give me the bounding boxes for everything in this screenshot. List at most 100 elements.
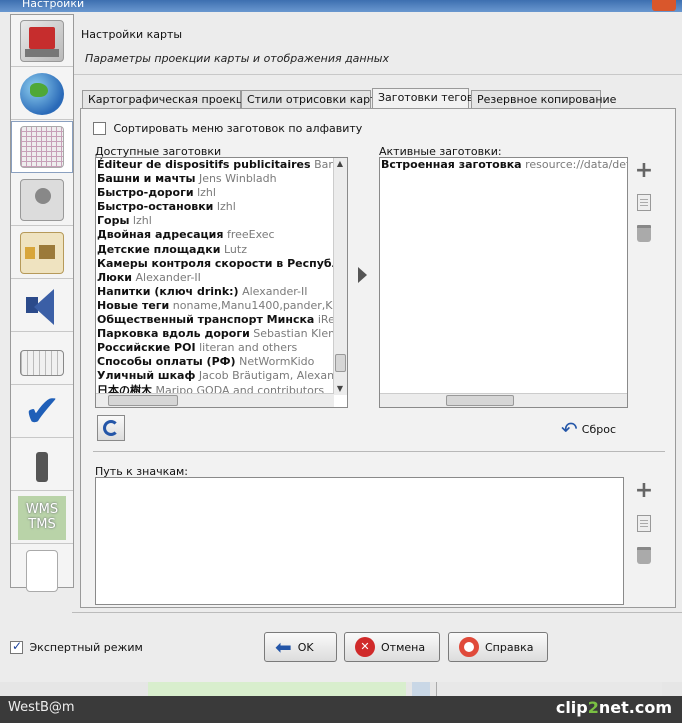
tab-map-styles[interactable]: Стили отрисовки карты xyxy=(241,90,385,109)
refresh-presets-button[interactable] xyxy=(97,415,125,441)
scroll-up-arrow[interactable]: ▲ xyxy=(334,158,346,170)
list-item[interactable]: Парковка вдоль дороги Sebastian Klemm, I xyxy=(96,327,334,341)
preset-name: Способы оплаты (РФ) xyxy=(97,355,236,369)
tab-backup[interactable]: Резервное копирование xyxy=(471,90,616,109)
preset-name: Горы xyxy=(97,214,130,228)
preset-author: freeExec xyxy=(226,228,275,242)
logo-part: 2 xyxy=(587,698,599,717)
page-title: Настройки карты xyxy=(81,28,183,41)
preset-name: Люки xyxy=(97,270,133,284)
list-item[interactable]: Камеры контроля скорости в Республик xyxy=(96,257,334,271)
help-button[interactable]: Справка xyxy=(448,632,548,662)
expert-mode-label: Экспертный режим xyxy=(29,640,143,654)
undo-arrow-icon: ↶ xyxy=(561,417,578,441)
preset-author: resource://data/defau xyxy=(525,158,627,171)
list-item[interactable]: Напитки (ключ drink:) Alexander-II xyxy=(96,285,334,299)
taskbar-item[interactable] xyxy=(148,682,406,696)
list-item[interactable]: Горы lzhl xyxy=(96,214,334,228)
sidebar-item-validator[interactable]: ✔ xyxy=(11,386,73,438)
hscroll-thumb[interactable] xyxy=(446,395,514,406)
preset-name: Общественный транспорт Минска xyxy=(97,313,315,327)
lifebuoy-icon xyxy=(459,637,479,657)
close-window-button[interactable] xyxy=(652,0,676,11)
tab-tag-presets[interactable]: Заготовки тегов xyxy=(372,88,473,109)
sidebar-item-plugins[interactable] xyxy=(11,174,73,226)
sidebar-item-map[interactable] xyxy=(11,121,73,173)
active-presets-list[interactable]: Встроенная заготовка resource://data/def… xyxy=(379,157,628,408)
edit-preset-icon[interactable] xyxy=(634,192,654,212)
delete-icon-path-icon[interactable] xyxy=(634,545,654,565)
tab-projection[interactable]: Картографическая проекция xyxy=(82,90,257,109)
preset-name: Парковка вдоль дороги xyxy=(97,327,250,341)
sidebar-item-audio[interactable] xyxy=(11,280,73,332)
list-item[interactable]: Двойная адресация freeExec xyxy=(96,228,334,242)
preset-name: Быстро-остановки xyxy=(97,200,214,214)
expert-mode-row[interactable]: Экспертный режим xyxy=(10,639,143,654)
taskbar-item[interactable] xyxy=(412,682,430,696)
scroll-thumb[interactable] xyxy=(335,354,346,372)
list-item[interactable]: Éditeur de dispositifs publicitaires Bar… xyxy=(96,158,334,172)
cancel-label: Отмена xyxy=(381,640,426,654)
taskbar-item[interactable] xyxy=(436,682,662,696)
list-item[interactable]: Люки Alexander-II xyxy=(96,271,334,285)
add-preset-icon[interactable]: + xyxy=(634,160,654,182)
header-divider xyxy=(74,74,682,75)
sidebar-item-imagery[interactable]: WMS TMS xyxy=(11,492,73,544)
scroll-down-arrow[interactable]: ▼ xyxy=(334,383,346,395)
list-item[interactable]: Башни и мачты Jens Winbladh xyxy=(96,172,334,186)
logo-part: clip xyxy=(555,698,588,717)
available-list-hscrollbar[interactable] xyxy=(96,393,334,407)
preset-author: noname,Manu1400,pander,Klumb xyxy=(172,298,334,312)
preset-author: Sebastian Klemm, I xyxy=(253,327,334,341)
section-divider xyxy=(93,451,665,452)
list-item[interactable]: Быстро-остановки lzhl xyxy=(96,200,334,214)
list-item[interactable]: Быстро-дороги lzhl xyxy=(96,186,334,200)
refresh-icon xyxy=(103,420,119,436)
preset-author: Jens Winbladh xyxy=(198,172,277,186)
sidebar-item-remote[interactable] xyxy=(11,439,73,491)
logo-part: net.com xyxy=(598,698,672,717)
list-item[interactable]: Встроенная заготовка resource://data/def… xyxy=(380,158,627,172)
preset-name: Двойная адресация xyxy=(97,228,224,242)
wms-tms-icon: WMS TMS xyxy=(18,495,66,540)
list-item[interactable]: Новые теги noname,Manu1400,pander,Klumb xyxy=(96,299,334,313)
speaker-icon xyxy=(20,285,64,327)
watermark-logo: clip2net.com xyxy=(556,698,672,717)
sidebar-item-display[interactable] xyxy=(11,15,73,67)
preset-author: literan and others xyxy=(199,341,298,355)
cancel-button[interactable]: ✕ Отмена xyxy=(344,632,440,662)
sidebar-item-advanced[interactable] xyxy=(11,545,73,597)
sort-presets-row[interactable]: Сортировать меню заготовок по алфавиту xyxy=(93,121,362,135)
delete-preset-icon[interactable] xyxy=(634,223,654,243)
list-item[interactable]: Общественный транспорт Минска iRewer xyxy=(96,313,334,327)
active-list-hscrollbar[interactable] xyxy=(380,393,627,407)
preset-author: Jacob Bräutigam, Alexander-II xyxy=(198,369,334,383)
available-list-vscrollbar[interactable]: ▲ ▼ xyxy=(333,158,347,395)
map-grid-icon xyxy=(20,126,64,168)
icon-path-list[interactable] xyxy=(95,477,624,605)
preset-author: Alexander-II xyxy=(242,284,308,298)
move-right-arrow-icon[interactable] xyxy=(358,267,367,283)
list-item[interactable]: Российские POI literan and others xyxy=(96,341,334,355)
ok-label: OK xyxy=(297,640,314,654)
expert-mode-checkbox[interactable] xyxy=(10,639,23,654)
page-subtitle: Параметры проекции карты и отображения д… xyxy=(85,52,390,65)
list-item[interactable]: Уличный шкаф Jacob Bräutigam, Alexander-… xyxy=(96,369,334,383)
sidebar-item-shortcuts[interactable] xyxy=(11,333,73,385)
footer-divider xyxy=(72,612,682,613)
reset-button[interactable]: ↶ Сброс xyxy=(561,417,616,441)
hscroll-thumb[interactable] xyxy=(108,395,178,406)
preferences-sidebar: ✔ WMS TMS xyxy=(10,14,74,592)
sort-presets-checkbox[interactable] xyxy=(93,121,106,135)
list-item[interactable]: Способы оплаты (РФ) NetWormKido xyxy=(96,355,334,369)
edit-icon-path-icon[interactable] xyxy=(634,513,654,533)
ok-button[interactable]: ⬅ OK xyxy=(264,632,337,662)
available-presets-list[interactable]: Éditeur de dispositifs publicitaires Bar… xyxy=(95,157,348,408)
sidebar-item-toolbar[interactable] xyxy=(11,227,73,279)
preset-name: Камеры контроля скорости в Республик xyxy=(97,256,334,270)
preset-name: Быстро-дороги xyxy=(97,186,194,200)
add-icon-path-icon[interactable]: + xyxy=(634,480,654,502)
sidebar-item-connection[interactable] xyxy=(11,68,73,120)
preset-author: lzhl xyxy=(197,186,216,200)
list-item[interactable]: Детские площадки Lutz xyxy=(96,243,334,257)
